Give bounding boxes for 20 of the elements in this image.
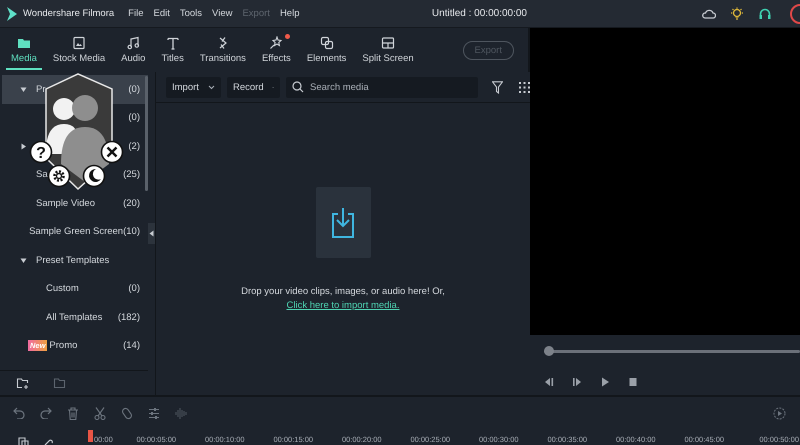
item-count: (25): [123, 169, 140, 180]
item-count: (0): [128, 84, 140, 95]
item-count: (182): [118, 312, 140, 323]
item-count: (14): [123, 340, 140, 352]
drop-message: Drop your video clips, images, or audio here! Or,: [241, 286, 445, 297]
item-count: (20): [123, 198, 140, 209]
item-label: Sample Green Screen: [29, 226, 124, 238]
item-label: Promo: [49, 340, 78, 352]
item-label: Sa: [36, 169, 48, 180]
item-label: Sample Video: [36, 198, 95, 209]
item-count: (10): [123, 226, 140, 238]
item-count: (0): [128, 112, 140, 124]
app-name: Wondershare Filmora: [23, 8, 114, 19]
item-count: (0): [128, 283, 140, 294]
item-label: Custom: [46, 283, 79, 294]
item-label: Pr: [36, 84, 46, 95]
item-label: Preset Templates: [36, 254, 110, 266]
item-label: All Templates: [46, 312, 102, 323]
item-count: (2): [128, 140, 140, 152]
project-title: Untitled : 00:00:00:00: [432, 8, 527, 19]
